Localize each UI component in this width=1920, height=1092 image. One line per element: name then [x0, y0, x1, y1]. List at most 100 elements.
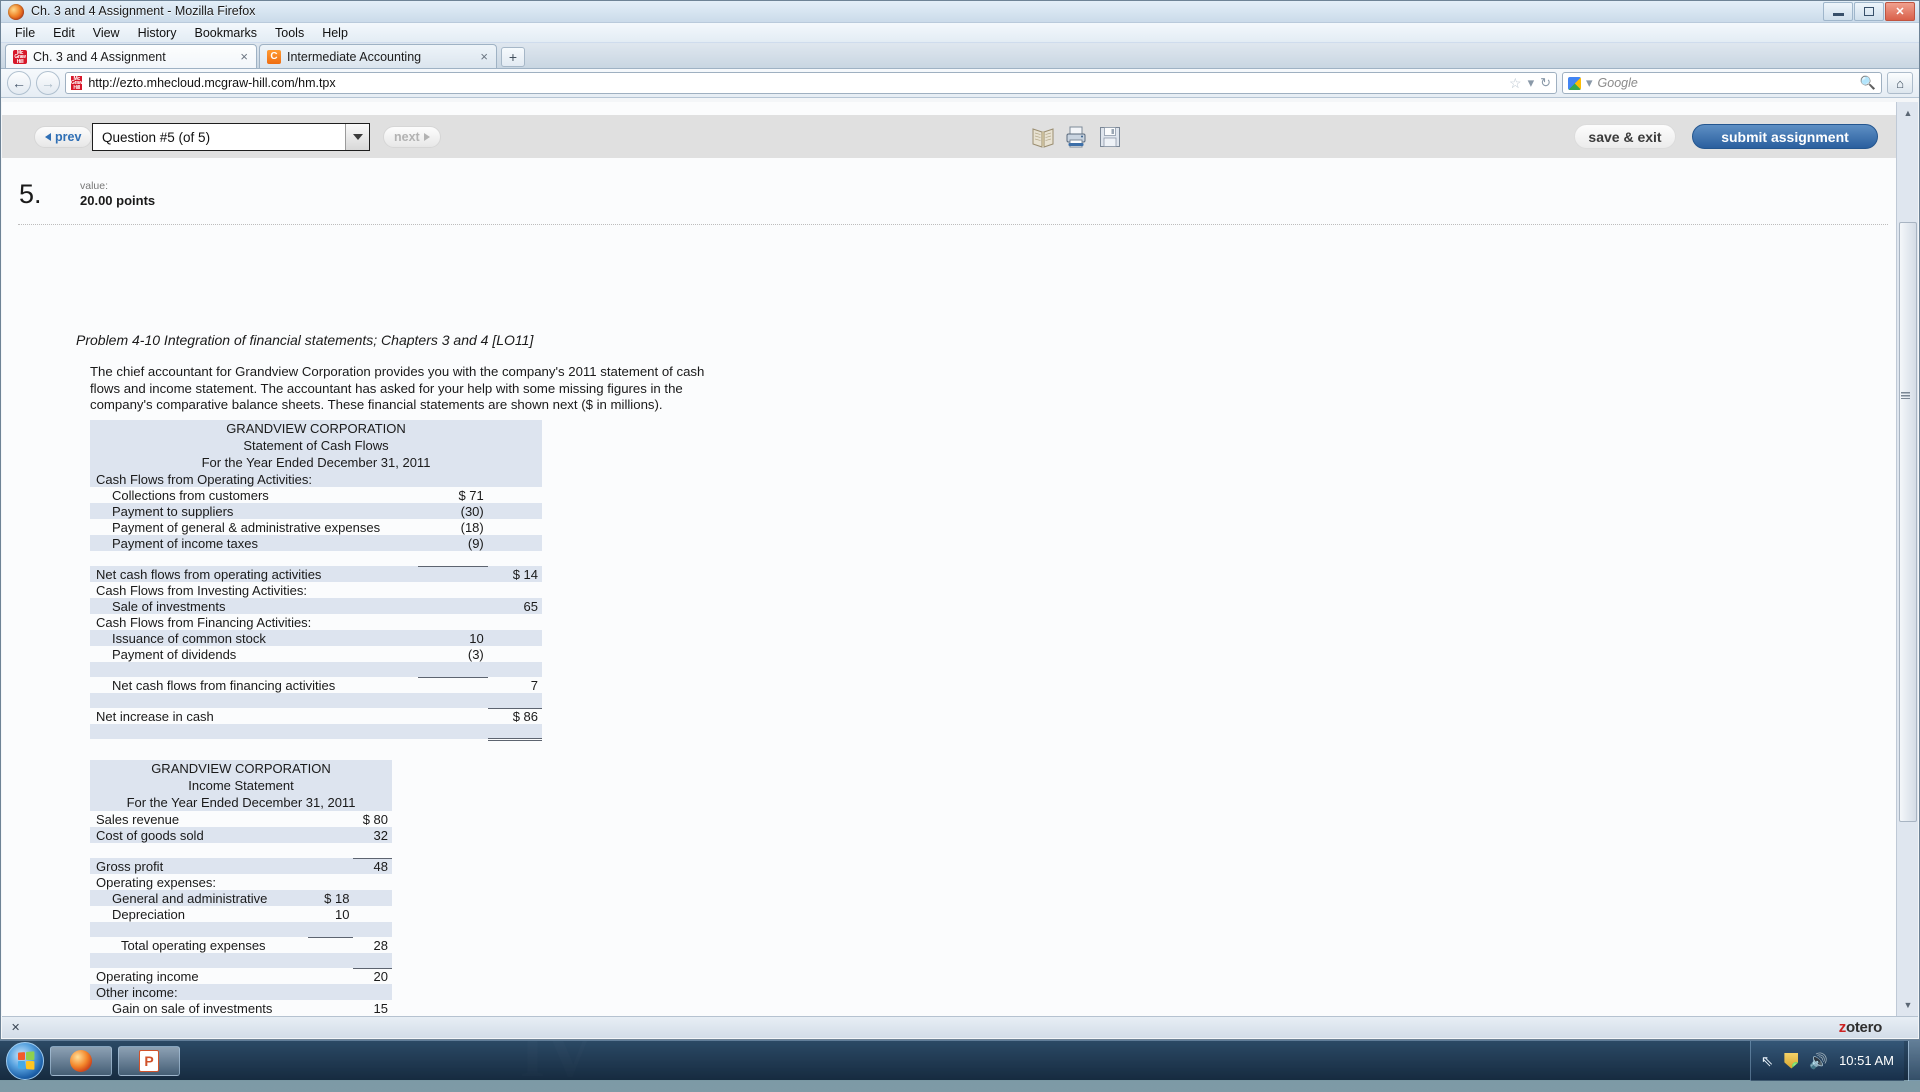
row-label: Other income:: [90, 984, 308, 1000]
reload-icon[interactable]: ↻: [1540, 75, 1551, 91]
scroll-up-icon[interactable]: ▲: [1900, 105, 1916, 121]
find-close-icon[interactable]: ✕: [2, 1021, 29, 1034]
home-button-icon[interactable]: ⌂: [1887, 72, 1913, 94]
row-value-col1: [418, 693, 488, 708]
row-value-col2: [488, 551, 542, 566]
row-label: Operating expenses:: [90, 874, 308, 890]
maximize-button[interactable]: [1854, 2, 1884, 21]
find-bar: ✕ zotero: [2, 1016, 1918, 1038]
start-button[interactable]: [6, 1042, 44, 1080]
table-row: Other income:: [90, 984, 392, 1000]
row-value-col2: $ 86: [488, 708, 542, 724]
row-value-col2: [353, 874, 392, 890]
google-engine-icon[interactable]: [1568, 77, 1581, 90]
new-tab-button[interactable]: +: [501, 47, 525, 67]
powerpoint-taskbar-button[interactable]: P: [118, 1046, 180, 1076]
security-shield-icon[interactable]: [1784, 1053, 1798, 1069]
bookmark-dropmarker-icon[interactable]: ▾: [1528, 75, 1535, 91]
menu-item-help[interactable]: Help: [314, 24, 356, 42]
row-value-col2: 15: [353, 1000, 392, 1016]
menu-item-file[interactable]: File: [7, 24, 43, 42]
page-scrollbar[interactable]: ▲ ▼: [1896, 102, 1918, 1016]
menu-item-edit[interactable]: Edit: [45, 24, 83, 42]
back-button-icon[interactable]: ←: [7, 71, 31, 95]
row-value-col1: [308, 953, 353, 968]
table-row: Net cash flows from financing activities…: [90, 677, 542, 693]
statement-period: For the Year Ended December 31, 2011: [90, 454, 542, 471]
cursor-tray-icon[interactable]: ⇖: [1761, 1052, 1774, 1070]
row-value-col1: [308, 843, 353, 858]
table-row: Cost of goods sold32: [90, 827, 392, 843]
firefox-icon: [70, 1050, 92, 1072]
save-disk-icon[interactable]: [1098, 125, 1122, 149]
row-value-col2: [488, 693, 542, 708]
table-row: Net increase in cash$ 86: [90, 708, 542, 724]
forward-button-icon[interactable]: →: [36, 71, 60, 95]
table-row: [90, 953, 392, 968]
tab-close-icon[interactable]: ×: [478, 49, 490, 64]
next-question-button[interactable]: next: [383, 126, 441, 148]
row-value-col1: 10: [308, 906, 353, 922]
scrollbar-thumb[interactable]: [1899, 222, 1917, 822]
show-desktop-button[interactable]: [1908, 1041, 1920, 1081]
row-value-col2: [488, 535, 542, 551]
search-bar[interactable]: ▾ Google 🔍: [1562, 72, 1882, 94]
row-value-col2: 48: [353, 858, 392, 874]
row-label: [90, 724, 418, 739]
row-value-col2: [353, 906, 392, 922]
row-label: Payment of income taxes: [90, 535, 418, 551]
search-go-icon[interactable]: 🔍: [1860, 75, 1876, 91]
question-select[interactable]: Question #5 (of 5): [92, 123, 370, 151]
cashflows-tbody: GRANDVIEW CORPORATION Statement of Cash …: [90, 420, 542, 471]
row-label: Sale of investments: [90, 598, 418, 614]
url-bar[interactable]: McGrawHill http://ezto.mhecloud.mcgraw-h…: [65, 72, 1557, 94]
clock[interactable]: 10:51 AM: [1839, 1053, 1894, 1068]
tab-strip: McGrawHill Ch. 3 and 4 Assignment × C In…: [1, 43, 1919, 69]
row-value-col2: [353, 890, 392, 906]
bookmark-star-icon[interactable]: ☆: [1509, 75, 1522, 92]
row-value-col2: [353, 953, 392, 968]
chevron-down-icon[interactable]: [345, 124, 369, 150]
save-and-exit-button[interactable]: save & exit: [1574, 124, 1676, 149]
menu-item-view[interactable]: View: [85, 24, 128, 42]
tab-close-icon[interactable]: ×: [238, 49, 250, 64]
row-label: Net cash flows from financing activities: [90, 677, 418, 693]
row-value-col1: (30): [418, 503, 488, 519]
next-label: next: [394, 130, 420, 144]
row-value-col1: (18): [418, 519, 488, 535]
table-row: Total operating expenses28: [90, 937, 392, 953]
firefox-taskbar-button[interactable]: [50, 1046, 112, 1076]
table-row: [90, 662, 542, 677]
menu-item-bookmarks[interactable]: Bookmarks: [186, 24, 265, 42]
minimize-button[interactable]: [1823, 2, 1853, 21]
scroll-down-icon[interactable]: ▼: [1900, 997, 1916, 1013]
search-input[interactable]: Google: [1598, 76, 1855, 90]
row-label: Gross profit: [90, 858, 308, 874]
search-engine-dropmarker-icon[interactable]: ▾: [1586, 75, 1593, 91]
row-label: [90, 953, 308, 968]
zotero-button[interactable]: zotero: [1839, 1019, 1882, 1036]
system-tray: ⇖ 🔊 10:51 AM: [1750, 1041, 1904, 1081]
prev-question-button[interactable]: prev: [34, 126, 92, 148]
tab-assignment[interactable]: McGrawHill Ch. 3 and 4 Assignment ×: [5, 44, 257, 68]
table-row: Operating income20: [90, 968, 392, 984]
statement-of-cash-flows-table: GRANDVIEW CORPORATION Statement of Cash …: [90, 420, 542, 741]
table-row: Gain on sale of investments15: [90, 1000, 392, 1016]
scrollbar-grip-icon: [1901, 392, 1910, 399]
page-content: prev Question #5 (of 5) next: [2, 102, 1918, 1038]
ebook-icon[interactable]: [1031, 125, 1055, 149]
income-rows: Sales revenue$ 80Cost of goods sold32Gro…: [90, 811, 392, 1038]
table-row: Sale of investments65: [90, 598, 542, 614]
close-button[interactable]: ✕: [1885, 2, 1915, 21]
tab-intermediate-accounting[interactable]: C Intermediate Accounting ×: [259, 44, 497, 68]
printer-icon[interactable]: [1064, 125, 1088, 149]
submit-assignment-button[interactable]: submit assignment: [1692, 124, 1878, 149]
volume-icon[interactable]: 🔊: [1809, 1052, 1828, 1070]
problem-title: Problem 4-10 Integration of financial st…: [76, 332, 533, 348]
row-label: Sales revenue: [90, 811, 308, 827]
menu-item-history[interactable]: History: [130, 24, 185, 42]
menu-item-tools[interactable]: Tools: [267, 24, 312, 42]
row-value-col2: [488, 630, 542, 646]
table-header-row: Income Statement: [90, 777, 392, 794]
table-row: Payment to suppliers(30): [90, 503, 542, 519]
